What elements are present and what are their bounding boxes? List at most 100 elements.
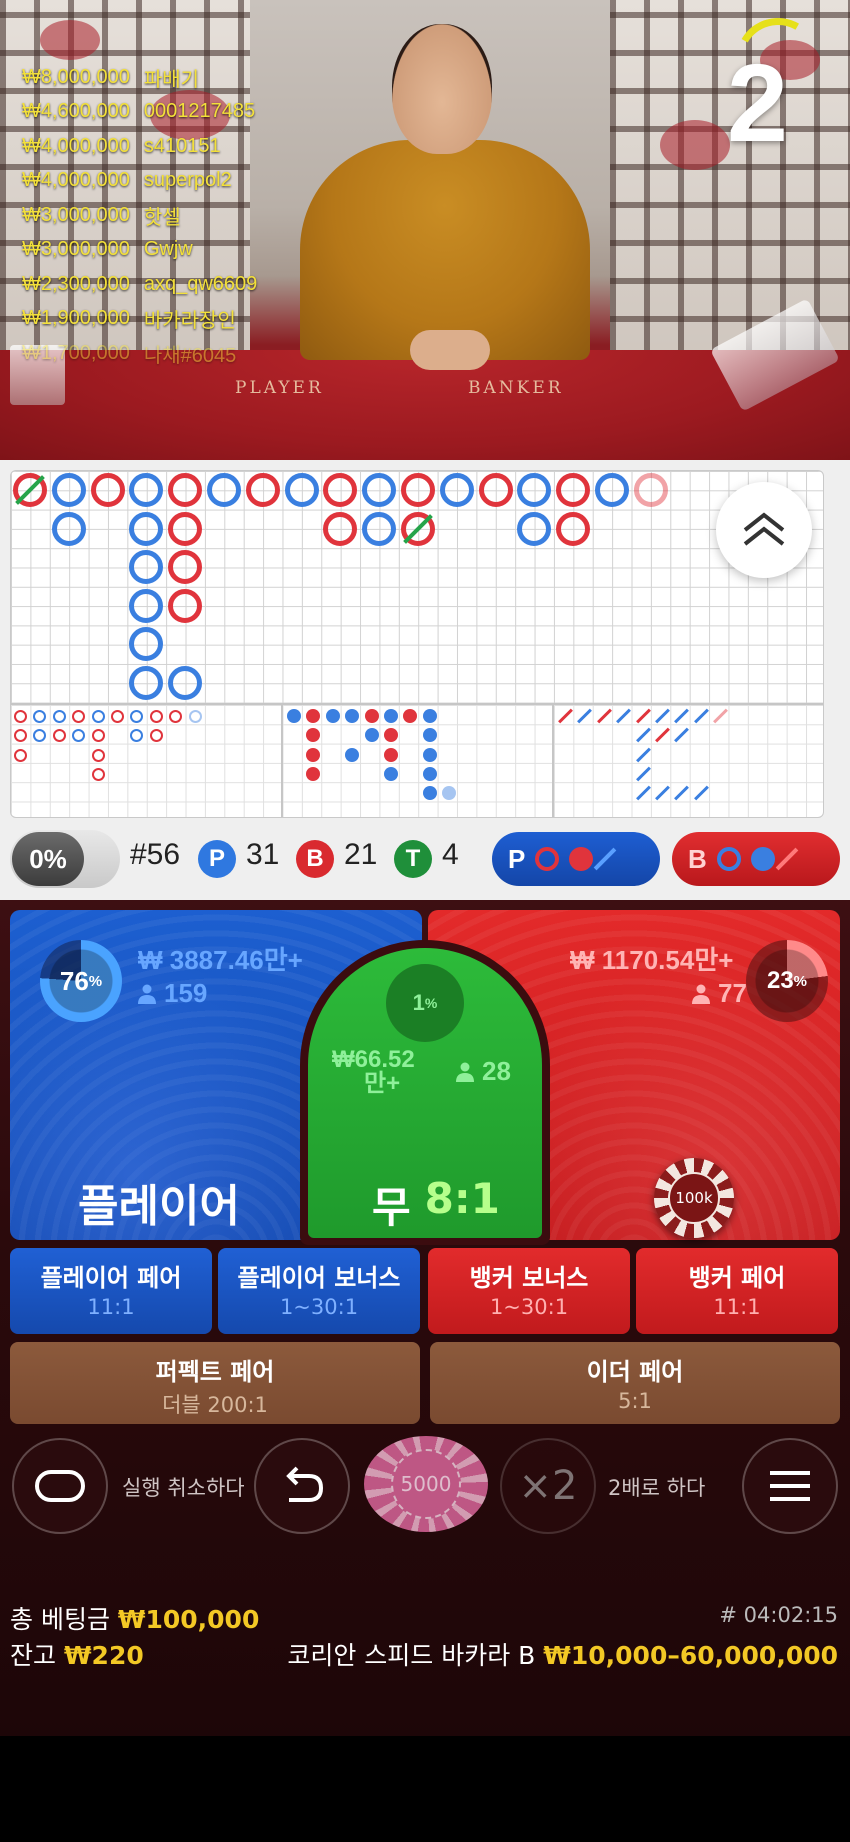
banker-predict-button[interactable]: B (672, 832, 840, 886)
winner-name: s410151 (143, 134, 221, 157)
double-button[interactable]: ×2 (500, 1438, 596, 1534)
percent-sign: % (793, 972, 808, 990)
pending-bead (633, 473, 668, 507)
winner-name: 바카라장인 (143, 310, 236, 333)
percent-toggle[interactable]: 0% (10, 830, 120, 888)
winner-amount: ₩1,900,000 (22, 307, 130, 330)
side-bet-3[interactable]: 뱅커 보너스 1~30:1 (428, 1248, 630, 1334)
winners-list: ₩8,000,000 파배기 ₩4,600,000 0001217485 ₩4,000,… (22, 60, 257, 371)
tie-percent-ring: 1% (386, 964, 464, 1042)
small-road-mark (384, 747, 398, 762)
winner-name: superpol2 (143, 169, 232, 192)
winner-row: ₩1,700,000 나채#6045 (22, 336, 257, 371)
perfect-pair-bet[interactable]: 퍼펙트 페어 더블 200:1 (10, 1342, 420, 1424)
person-icon (692, 984, 710, 1004)
banker-bead (401, 473, 435, 507)
player-percent-ring: 76% (40, 940, 122, 1022)
tie-percent: 1 (412, 990, 425, 1015)
big-eye-mark (111, 710, 124, 723)
winner-row: ₩3,000,000 핫셀 (22, 198, 257, 233)
live-dealer-video: PLAYER BANKER 2 ₩8,000,000 파배기 ₩4,600,000 0… (0, 0, 850, 460)
winner-row: ₩8,000,000 파배기 (22, 60, 257, 95)
player-total-amount: ₩ 3887.46만+ (138, 945, 303, 975)
tie-bet-area[interactable]: 1% ₩66.52 만+ 28 무 8:1 (308, 948, 542, 1238)
player-bead (51, 511, 86, 546)
tie-label-row: 무 8:1 (372, 1174, 500, 1235)
dealer-head (392, 24, 492, 154)
tie-label: 무 (372, 1183, 411, 1232)
banker-bead (556, 473, 591, 507)
total-bet-label: 총 베팅금 (10, 1605, 110, 1634)
player-bead (207, 473, 241, 507)
table-name: 코리안 스피드 바카라 B (287, 1641, 536, 1670)
table-limits: ₩10,000–60,000,000 (543, 1641, 838, 1670)
chip-tray-button[interactable] (12, 1438, 108, 1534)
table-info: 코리안 스피드 바카라 B ₩10,000–60,000,000 (287, 1636, 838, 1672)
winner-amount: ₩1,700,000 (22, 341, 130, 364)
blue-dot-icon (750, 847, 775, 871)
menu-button[interactable] (742, 1438, 838, 1534)
side-bet-odds: 1~30:1 (489, 1295, 569, 1319)
total-bet-amount: ₩100,000 (117, 1605, 260, 1634)
small-road-mark (364, 709, 379, 723)
tie-bettors: 28 (482, 1056, 511, 1086)
banker-bead (556, 511, 591, 546)
side-bet-2[interactable]: 플레이어 보너스 1~30:1 (218, 1248, 420, 1334)
table-player-label: PLAYER (235, 378, 324, 398)
side-bet-odds: 1~30:1 (279, 1295, 359, 1319)
winner-name: 나채#6045 (143, 344, 237, 367)
countdown-timer: 2 (726, 42, 788, 165)
selected-chip-5000[interactable]: 5000 (364, 1436, 488, 1532)
winner-row: ₩4,000,000 s410151 (22, 129, 257, 164)
banker-bead (478, 473, 513, 507)
tie-count: 4 (442, 838, 459, 871)
percent-sign: % (424, 995, 438, 1011)
small-road-mark (384, 766, 398, 781)
player-label: 플레이어 (78, 1181, 240, 1232)
banker-bead (323, 511, 358, 546)
winner-name: 0001217485 (143, 100, 256, 123)
side-bet-odds: 11:1 (713, 1295, 761, 1319)
double-label: 2배로 하다 (608, 1476, 706, 1500)
total-bet: 총 베팅금 ₩100,000 (10, 1600, 259, 1636)
red-slash-icon (775, 847, 799, 871)
road-divider (552, 703, 554, 817)
winner-row: ₩1,900,000 바카라장인 (22, 302, 257, 337)
undo-label: 실행 취소하다 (122, 1476, 245, 1500)
perfect-pair-title: 퍼펙트 페어 (155, 1358, 275, 1386)
percent-sign: % (88, 972, 103, 990)
chip-tray-icon (35, 1470, 85, 1502)
winner-name: Gwjw (143, 238, 193, 261)
winner-amount: ₩2,300,000 (22, 272, 130, 295)
big-eye-mark (91, 710, 105, 723)
either-pair-bet[interactable]: 이더 페어 5:1 (430, 1342, 840, 1424)
banker-percent-ring: 23% (746, 940, 828, 1022)
player-bead (168, 666, 203, 700)
winner-row: ₩4,600,000 0001217485 (22, 95, 257, 130)
winner-name: axq_qw6609 (143, 272, 258, 295)
side-bet-4[interactable]: 뱅커 페어 11:1 (636, 1248, 838, 1334)
player-bead (129, 511, 164, 546)
tie-total-amount: ₩66.52 만+ (332, 1048, 415, 1096)
banker-bead (168, 511, 203, 546)
undo-button[interactable] (254, 1438, 350, 1534)
roadmap[interactable] (10, 470, 824, 818)
chip-5000-value: 5000 (391, 1449, 461, 1519)
side-bet-title: 뱅커 페어 (688, 1264, 786, 1292)
person-icon (138, 984, 156, 1004)
big-eye-mark (14, 748, 27, 762)
player-predict-button[interactable]: P (492, 832, 660, 886)
blossom-decor (40, 20, 100, 60)
big-eye-mark (52, 710, 66, 723)
small-road-mark (422, 709, 437, 723)
side-bet-1[interactable]: 플레이어 페어 11:1 (10, 1248, 212, 1334)
banker-badge: B (296, 840, 334, 878)
tie-badge: T (394, 840, 432, 878)
collapse-roadmap-button[interactable] (716, 482, 812, 578)
balance: 잔고 ₩220 (10, 1636, 144, 1672)
player-bead (51, 473, 86, 507)
red-dot-icon (569, 847, 594, 871)
dealer-body (300, 140, 590, 360)
winner-row: ₩4,000,000 superpol2 (22, 164, 257, 199)
banker-bettors: 77 (718, 978, 747, 1008)
